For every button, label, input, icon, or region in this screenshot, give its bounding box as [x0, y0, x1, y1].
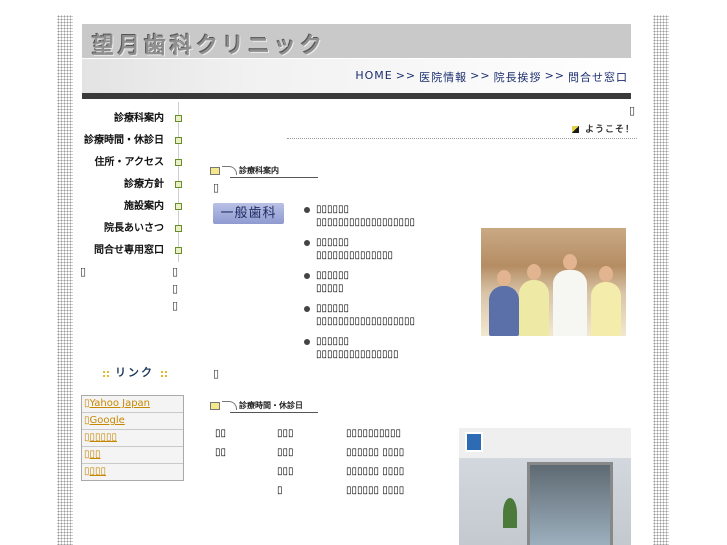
sidebar-item-label: 施設案内: [124, 201, 164, 212]
nav-home[interactable]: HOME: [355, 69, 392, 85]
sidebar-item-departments[interactable]: 診療科案内: [82, 110, 184, 132]
sidebar-item-label: 住所・アクセス: [94, 157, 165, 168]
heading-curve-icon: [222, 166, 237, 175]
sidebar-menu: 診療科案内 診療時間・休診日 住所・アクセス 診療方針 施設案内 院長あいさつ …: [82, 102, 184, 264]
table-row: ▯▯▯ ▯▯▯▯▯▯ ▯▯▯▯: [277, 466, 405, 477]
bullet-icon: [175, 181, 182, 188]
photo-figure-head: [599, 266, 613, 282]
sidebar-item-hours[interactable]: 診療時間・休診日: [82, 132, 184, 154]
staff-photo: [481, 228, 626, 336]
bullet-icon: [175, 247, 182, 254]
bullet-icon: [304, 273, 310, 279]
sidebar-item-label: 診療方針: [124, 179, 164, 190]
heading-curve-icon: [222, 401, 237, 410]
photo-figure: [553, 270, 587, 336]
nav-separator: >>: [395, 69, 417, 82]
table-row: ▯▯ ▯▯▯ ▯▯▯▯▯▯▯▯▯▯: [215, 428, 402, 439]
nav-contact[interactable]: 問合せ窓口: [568, 69, 628, 85]
right-dotted-border: [653, 15, 669, 545]
bullet-icon: [175, 137, 182, 144]
bullet-icon: [175, 159, 182, 166]
hours-table: ▯▯ ▯▯▯ ▯▯▯▯▯▯▯▯▯▯ ▯▯ ▯▯▯ ▯▯▯▯▯▯ ▯▯▯▯ ▯▯▯ ▯▯▯▯…: [215, 428, 436, 504]
missing-glyph: ▯: [629, 104, 636, 117]
nav-separator: >>: [470, 69, 491, 82]
decor-icon: [160, 369, 167, 377]
link-google[interactable]: ▯Google: [82, 413, 183, 430]
list-item: ▯▯▯▯▯▯ ▯▯▯▯▯▯▯▯▯▯▯▯▯▯▯: [304, 335, 415, 368]
photo-figure: [489, 286, 519, 336]
photo-figure-head: [497, 270, 511, 286]
heading-tab-icon: [210, 166, 220, 175]
sidebar-item-greeting[interactable]: 院長あいさつ: [82, 220, 184, 242]
sidebar-item-label: 問合せ専用窓口: [94, 245, 164, 256]
services-list: ▯▯▯▯▯▯ ▯▯▯▯▯▯▯▯▯▯▯▯▯▯▯▯▯▯ ▯▯▯▯▯▯ ▯▯▯▯▯▯▯▯▯…: [304, 203, 415, 368]
link-item[interactable]: ▯▯▯▯▯▯: [82, 430, 183, 447]
page-container: 望月歯科クリニック HOME >> 医院情報 >> 院長挨拶 >> 問合せ窓口 …: [80, 0, 637, 545]
sidebar-item-label: 診療科案内: [114, 113, 164, 124]
section-heading-departments: 診療科案内: [210, 165, 318, 178]
bullet-icon: [175, 225, 182, 232]
photo-figure: [519, 280, 549, 336]
section-title: 診療時間・休診日: [239, 401, 303, 410]
top-navigation: HOME >> 医院情報 >> 院長挨拶 >> 問合せ窓口: [355, 69, 628, 85]
missing-glyph: ▯: [172, 299, 179, 312]
clinic-entrance-photo: [459, 428, 631, 545]
bullet-icon: [175, 115, 182, 122]
nav-clinic-info[interactable]: 医院情報: [419, 69, 467, 85]
welcome-icon: [571, 126, 579, 133]
section-heading-hours: 診療時間・休診日: [210, 400, 318, 413]
list-item: ▯▯▯▯▯▯ ▯▯▯▯▯▯▯▯▯▯▯▯▯▯▯▯▯▯: [304, 203, 415, 236]
sidebar-item-label: 院長あいさつ: [104, 223, 164, 234]
section-title: 診療科案内: [239, 166, 279, 175]
header-subbar: HOME >> 医院情報 >> 院長挨拶 >> 問合せ窓口: [82, 59, 631, 93]
heading-underline: [230, 177, 318, 178]
table-row: ▯▯ ▯▯▯ ▯▯▯▯▯▯ ▯▯▯▯: [215, 447, 405, 458]
general-dentistry-badge: 一般歯科: [213, 203, 284, 224]
photo-plant: [503, 498, 517, 528]
nav-director-greeting[interactable]: 院長挨拶: [494, 69, 542, 85]
links-heading: リンク: [96, 364, 173, 380]
links-list: ▯Yahoo Japan ▯Google ▯▯▯▯▯▯ ▯▯▯ ▯▯▯▯: [81, 395, 184, 481]
bullet-icon: [175, 203, 182, 210]
left-dotted-border: [57, 15, 73, 545]
table-row: ▯ ▯▯▯▯▯▯ ▯▯▯▯: [277, 485, 405, 496]
header-banner: 望月歯科クリニック: [82, 24, 631, 60]
missing-glyph: ▯: [172, 265, 179, 278]
header-divider: [82, 93, 631, 99]
missing-glyph: ▯: [213, 181, 220, 194]
welcome-message: ようこそ！: [571, 122, 635, 135]
list-item: ▯▯▯▯▯▯ ▯▯▯▯▯▯▯▯▯▯▯▯▯▯▯▯▯▯: [304, 302, 415, 335]
bullet-icon: [304, 240, 310, 246]
nav-separator: >>: [544, 69, 565, 82]
bullet-icon: [304, 306, 310, 312]
link-yahoo[interactable]: ▯Yahoo Japan: [82, 396, 183, 413]
decor-icon: [102, 369, 109, 377]
links-title: リンク: [115, 366, 154, 379]
missing-glyph: ▯: [80, 265, 87, 278]
sidebar-item-label: 診療時間・休診日: [84, 135, 164, 146]
photo-sign: [465, 432, 483, 452]
photo-figure: [591, 282, 621, 336]
photo-door: [527, 462, 613, 545]
welcome-divider: [287, 138, 637, 139]
list-item: ▯▯▯▯▯▯ ▯▯▯▯▯▯▯▯▯▯▯▯▯▯: [304, 236, 415, 269]
sidebar-item-access[interactable]: 住所・アクセス: [82, 154, 184, 176]
missing-glyph: ▯: [172, 282, 179, 295]
list-item: ▯▯▯▯▯▯ ▯▯▯▯▯: [304, 269, 415, 302]
photo-building-facade: [459, 428, 631, 458]
bullet-icon: [304, 207, 310, 213]
link-item[interactable]: ▯▯▯▯: [82, 464, 183, 480]
heading-tab-icon: [210, 401, 220, 410]
heading-underline: [230, 412, 318, 413]
sidebar-item-policy[interactable]: 診療方針: [82, 176, 184, 198]
bullet-icon: [304, 339, 310, 345]
sidebar-item-facilities[interactable]: 施設案内: [82, 198, 184, 220]
photo-figure-head: [527, 264, 541, 280]
site-logo[interactable]: 望月歯科クリニック: [92, 28, 326, 60]
missing-glyph: ▯: [213, 367, 220, 380]
photo-figure-head: [563, 254, 577, 270]
welcome-text: ようこそ！: [584, 125, 635, 135]
sidebar-item-contact[interactable]: 問合せ専用窓口: [82, 242, 184, 264]
link-item[interactable]: ▯▯▯: [82, 447, 183, 464]
